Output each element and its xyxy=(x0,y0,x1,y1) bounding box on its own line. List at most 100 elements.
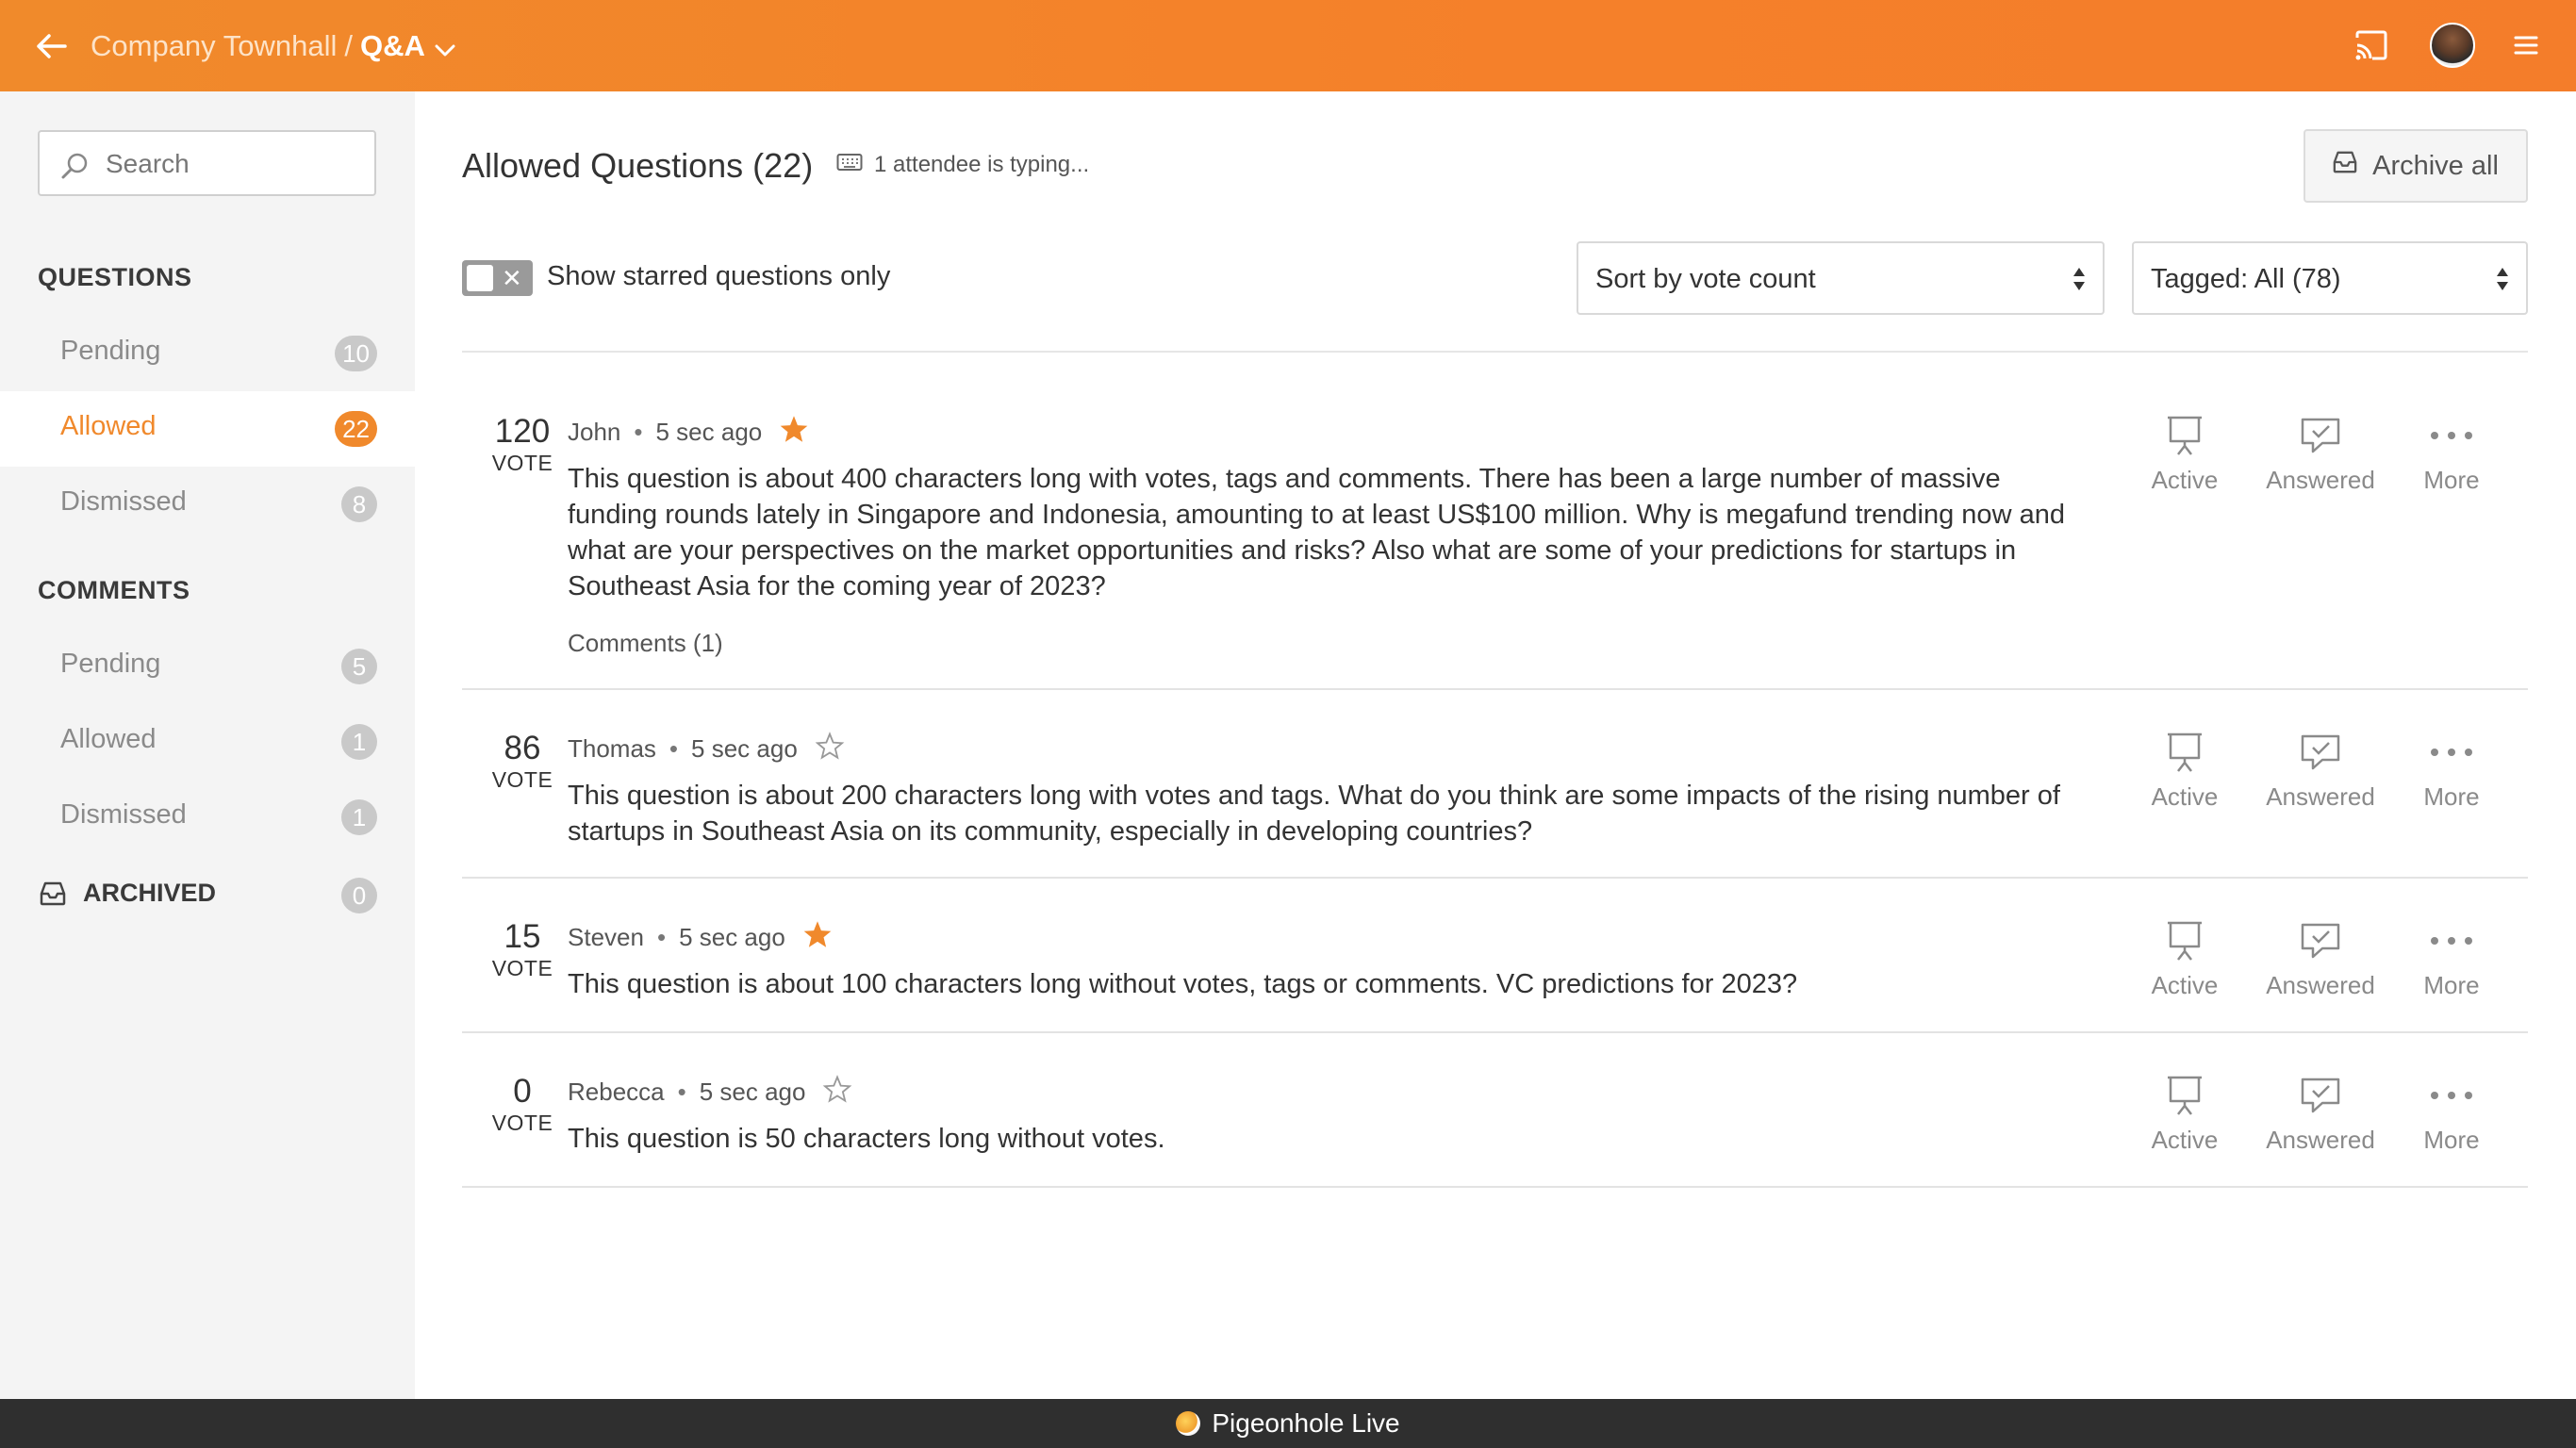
answered-label: Answered xyxy=(2266,466,2375,494)
sidebar-item-label: Allowed xyxy=(60,724,157,754)
answered-button[interactable]: Answered xyxy=(2254,1073,2386,1155)
sidebar-item-questions-dismissed[interactable]: Dismissed 8 xyxy=(0,467,415,542)
vote-count[interactable]: 120 VOTE xyxy=(462,413,583,476)
question-meta: Steven • 5 sec ago xyxy=(568,920,833,955)
close-icon: ✕ xyxy=(502,264,522,292)
question-item: 0 VOTE Rebecca • 5 sec ago This question… xyxy=(462,1033,2528,1188)
meta-dot: • xyxy=(669,734,679,763)
more-button[interactable]: More xyxy=(2386,1073,2518,1155)
sidebar-item-label: Dismissed xyxy=(60,486,187,517)
answered-check-icon xyxy=(2254,413,2386,458)
breadcrumb: Company Townhall / Q&A xyxy=(91,26,455,68)
active-button[interactable]: Active xyxy=(2119,1073,2251,1155)
vote-number: 0 xyxy=(513,1073,532,1110)
typing-status: 1 attendee is typing... xyxy=(874,152,1090,177)
answered-button[interactable]: Answered xyxy=(2254,730,2386,812)
more-label: More xyxy=(2423,466,2480,494)
sidebar-item-comments-allowed[interactable]: Allowed 1 xyxy=(0,704,415,780)
more-button[interactable]: More xyxy=(2386,918,2518,1000)
meta-dot: • xyxy=(634,418,643,446)
answered-button[interactable]: Answered xyxy=(2254,918,2386,1000)
footer-brand[interactable]: Pigeonhole Live xyxy=(1212,1408,1399,1439)
active-button[interactable]: Active xyxy=(2119,730,2251,812)
answered-check-icon xyxy=(2254,730,2386,775)
back-arrow-icon[interactable] xyxy=(32,26,72,66)
active-label: Active xyxy=(2151,782,2219,811)
question-item: 86 VOTE Thomas • 5 sec ago This question… xyxy=(462,690,2528,879)
sidebar-item-label: Allowed xyxy=(60,411,157,441)
vote-count[interactable]: 15 VOTE xyxy=(462,918,583,981)
question-item: 15 VOTE Steven • 5 sec ago This question… xyxy=(462,879,2528,1033)
vote-label: VOTE xyxy=(491,956,553,980)
avatar[interactable] xyxy=(2430,23,2475,68)
more-button[interactable]: More xyxy=(2386,413,2518,495)
more-dots-icon xyxy=(2386,918,2518,963)
comments-link[interactable]: Comments (1) xyxy=(568,629,723,658)
sidebar-item-comments-pending[interactable]: Pending 5 xyxy=(0,629,415,704)
sidebar-item-questions-pending[interactable]: Pending 10 xyxy=(0,316,415,391)
question-text: This question is about 400 characters lo… xyxy=(568,464,2065,601)
archive-icon xyxy=(40,880,66,912)
active-button[interactable]: Active xyxy=(2119,918,2251,1000)
sort-value: Sort by vote count xyxy=(1595,264,1816,294)
active-button[interactable]: Active xyxy=(2119,413,2251,495)
author-name: John xyxy=(568,418,621,446)
vote-number: 86 xyxy=(504,730,541,766)
section-title[interactable]: Q&A xyxy=(360,29,425,62)
sidebar-item-archived[interactable]: ARCHIVED 0 xyxy=(0,867,415,924)
sort-arrows-icon xyxy=(2496,266,2509,297)
star-outline-icon[interactable] xyxy=(815,732,845,766)
search-box[interactable] xyxy=(38,130,376,196)
search-icon xyxy=(60,152,89,185)
vote-number: 120 xyxy=(494,413,551,450)
sidebar-item-comments-dismissed[interactable]: Dismissed 1 xyxy=(0,780,415,855)
question-text: This question is 50 characters long with… xyxy=(568,1124,1165,1154)
toggle-knob xyxy=(467,265,493,291)
breadcrumb-separator: / xyxy=(344,29,353,62)
active-label: Active xyxy=(2151,1126,2219,1154)
event-name[interactable]: Company Townhall xyxy=(91,29,337,62)
answered-label: Answered xyxy=(2266,971,2375,999)
question-text: This question is about 100 characters lo… xyxy=(568,969,1798,999)
hamburger-menu-icon[interactable] xyxy=(2510,31,2542,59)
sidebar-item-label: Pending xyxy=(60,336,161,366)
archive-all-button[interactable]: Archive all xyxy=(2304,129,2528,203)
presentation-icon xyxy=(2119,413,2251,458)
cast-icon[interactable] xyxy=(2353,28,2389,62)
search-input[interactable] xyxy=(106,143,360,185)
active-label: Active xyxy=(2151,971,2219,999)
meta-dot: • xyxy=(656,923,667,951)
answered-button[interactable]: Answered xyxy=(2254,413,2386,495)
vote-count[interactable]: 86 VOTE xyxy=(462,730,583,793)
sidebar-item-label: Pending xyxy=(60,649,161,679)
questions-section-title: QUESTIONS xyxy=(38,263,192,291)
top-bar: Company Townhall / Q&A xyxy=(0,0,2576,91)
tag-filter-select[interactable]: Tagged: All (78) xyxy=(2132,241,2528,315)
count-badge: 8 xyxy=(341,486,377,522)
star-filled-icon[interactable] xyxy=(779,415,809,450)
star-outline-icon[interactable] xyxy=(822,1075,852,1110)
vote-label: VOTE xyxy=(491,451,553,475)
count-badge: 10 xyxy=(335,336,377,371)
answered-label: Answered xyxy=(2266,782,2375,811)
vote-label: VOTE xyxy=(491,767,553,792)
archive-all-label: Archive all xyxy=(2372,150,2499,181)
question-meta: Thomas • 5 sec ago xyxy=(568,732,845,766)
meta-dot: • xyxy=(677,1078,686,1106)
more-dots-icon xyxy=(2386,1073,2518,1118)
page-title: Allowed Questions (22) xyxy=(462,146,814,185)
chevron-down-icon[interactable] xyxy=(435,28,455,68)
keyboard-icon xyxy=(836,152,863,178)
starred-only-label: Show starred questions only xyxy=(547,261,891,291)
more-dots-icon xyxy=(2386,413,2518,458)
timestamp: 5 sec ago xyxy=(679,923,785,951)
sidebar-item-questions-allowed[interactable]: Allowed 22 xyxy=(0,391,415,467)
question-meta: Rebecca • 5 sec ago xyxy=(568,1075,852,1110)
question-text: This question is about 200 characters lo… xyxy=(568,781,2060,847)
sort-select[interactable]: Sort by vote count xyxy=(1577,241,2105,315)
sidebar-item-label: ARCHIVED xyxy=(83,879,217,907)
more-button[interactable]: More xyxy=(2386,730,2518,812)
starred-only-toggle[interactable]: ✕ xyxy=(462,260,533,296)
vote-count[interactable]: 0 VOTE xyxy=(462,1073,583,1136)
star-filled-icon[interactable] xyxy=(802,920,833,955)
